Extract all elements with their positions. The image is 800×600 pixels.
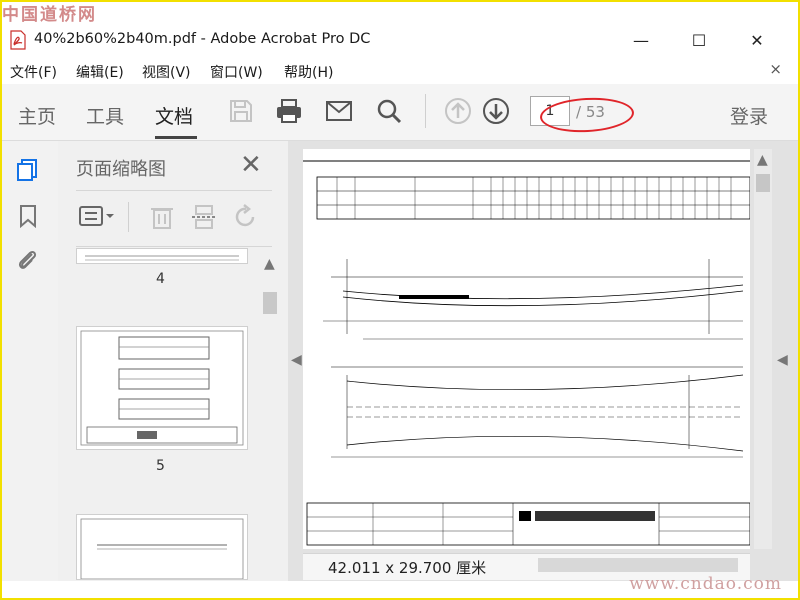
menu-edit[interactable]: 编辑(E) [76, 62, 124, 82]
menu-file[interactable]: 文件(F) [10, 62, 57, 82]
minimize-button[interactable]: — [618, 26, 664, 54]
menu-close-icon[interactable]: × [769, 60, 782, 78]
window-title: 40%2b60%2b40m.pdf - Adobe Acrobat Pro DC [34, 31, 371, 47]
thumbnail-page-4[interactable] [76, 248, 248, 264]
panel-divider-2 [76, 246, 272, 247]
menu-view[interactable]: 视图(V) [142, 62, 191, 82]
engineering-drawing [303, 160, 751, 546]
save-icon[interactable] [226, 96, 256, 126]
horizontal-scrollbar[interactable] [538, 558, 738, 572]
panel-divider [76, 190, 272, 191]
rotate-icon[interactable] [233, 204, 259, 234]
pages-icon[interactable] [16, 158, 40, 182]
delete-icon[interactable] [150, 204, 174, 234]
maximize-button[interactable]: ☐ [676, 26, 722, 54]
panel-toolbar-separator [128, 202, 129, 232]
thumbnail-scroll-thumb[interactable] [263, 292, 277, 314]
print-icon[interactable] [274, 96, 304, 126]
panel-title: 页面缩略图 [76, 159, 166, 180]
expand-right-arrow-icon[interactable]: ◀ [777, 352, 788, 368]
extract-page-icon[interactable] [192, 204, 216, 234]
watermark-logo: 中国道桥网 [2, 5, 97, 25]
thumbnail-page-5-number: 5 [156, 458, 165, 474]
thumbnail-page-6[interactable] [76, 514, 248, 580]
panel-close-icon[interactable]: ✕ [240, 150, 262, 180]
document-page [303, 149, 751, 549]
bookmark-icon[interactable] [16, 204, 40, 228]
document-scroll-thumb[interactable] [756, 174, 770, 192]
page-up-icon[interactable] [443, 96, 473, 126]
active-tab-indicator [155, 136, 197, 139]
collapse-left-arrow-icon[interactable]: ◀ [291, 352, 302, 368]
thumbnail-page-4-number: 4 [156, 271, 165, 287]
tab-home[interactable]: 主页 [18, 102, 56, 129]
page-down-icon[interactable] [481, 96, 511, 126]
pdf-file-icon [10, 30, 26, 50]
mail-icon[interactable] [324, 96, 354, 126]
scroll-up-icon[interactable]: ▲ [757, 152, 768, 168]
tab-document[interactable]: 文档 [155, 102, 193, 129]
close-button[interactable]: ✕ [734, 26, 780, 54]
page-dimensions: 42.011 x 29.700 厘米 [328, 559, 487, 577]
attachment-icon[interactable] [16, 248, 40, 272]
tab-tools[interactable]: 工具 [86, 102, 124, 129]
scroll-up-arrow-icon[interactable]: ▲ [264, 256, 275, 272]
toolbar-separator [425, 94, 426, 128]
login-button[interactable]: 登录 [730, 102, 768, 129]
document-vertical-scrollbar[interactable] [754, 149, 772, 549]
watermark-url: www.cndao.com [629, 574, 782, 594]
thumbnail-options-icon[interactable] [78, 204, 118, 230]
menu-help[interactable]: 帮助(H) [284, 62, 333, 82]
search-icon[interactable] [374, 96, 404, 126]
menu-window[interactable]: 窗口(W) [210, 62, 263, 82]
thumbnail-page-5[interactable] [76, 326, 248, 450]
